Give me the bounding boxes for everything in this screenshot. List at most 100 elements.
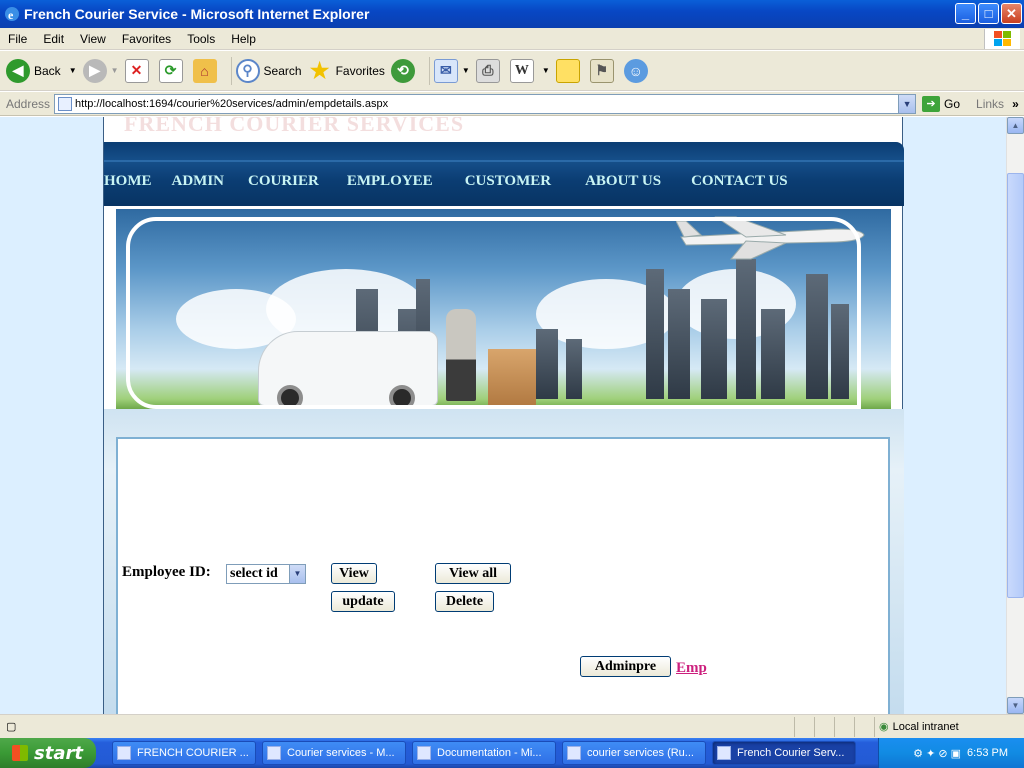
mail-icon: ✉ bbox=[433, 58, 458, 83]
clock: 6:53 PM bbox=[967, 747, 1008, 759]
address-dropdown-icon[interactable]: ▼ bbox=[898, 94, 916, 113]
menu-bar: File Edit View Favorites Tools Help bbox=[0, 28, 1024, 50]
site-navbar: HOME ADMIN COURIER EMPLOYEE CUSTOMER ABO… bbox=[104, 142, 904, 206]
chevron-down-icon: ▼ bbox=[289, 565, 305, 583]
browser-toolbar: ◀ Back ▼ ▶ ▼ ✕ ⟳ ⌂ ⚲ Search ★ Favorites … bbox=[0, 51, 1024, 91]
nav-courier[interactable]: COURIER bbox=[248, 173, 319, 190]
taskbar-item-french-courier-doc[interactable]: FRENCH COURIER ... bbox=[112, 741, 256, 765]
window-title: French Courier Service - Microsoft Inter… bbox=[24, 6, 370, 22]
update-button[interactable]: update bbox=[331, 591, 395, 612]
toolbar-separator bbox=[428, 56, 430, 85]
nav-home[interactable]: HOME bbox=[104, 173, 152, 190]
emp-link[interactable]: Emp bbox=[676, 660, 707, 677]
search-icon: ⚲ bbox=[235, 58, 260, 83]
print-button[interactable]: ⎙ bbox=[475, 58, 504, 83]
address-label: Address bbox=[6, 96, 51, 111]
page-status-icon: ▢ bbox=[6, 721, 17, 733]
back-dropdown-icon[interactable]: ▼ bbox=[69, 66, 77, 75]
back-arrow-icon: ◀ bbox=[6, 58, 30, 83]
scroll-down-icon[interactable]: ▼ bbox=[1007, 697, 1024, 714]
windows-logo-icon bbox=[984, 29, 1020, 49]
star-icon: ★ bbox=[309, 57, 330, 83]
site-page: FRENCH COURIER SERVICES HOME ADMIN COURI… bbox=[103, 117, 904, 714]
taskbar-item-visual-studio[interactable]: courier services (Ru... bbox=[562, 741, 706, 765]
go-arrow-icon: ➔ bbox=[922, 95, 941, 112]
view-button[interactable]: View bbox=[331, 563, 377, 584]
taskbar-item-documentation-doc[interactable]: Documentation - Mi... bbox=[412, 741, 556, 765]
start-button[interactable]: start bbox=[0, 738, 96, 768]
menu-favorites[interactable]: Favorites bbox=[114, 32, 179, 46]
address-bar: Address http://localhost:1694/courier%20… bbox=[0, 92, 1024, 116]
forward-dropdown-icon[interactable]: ▼ bbox=[111, 66, 119, 75]
discuss-button[interactable] bbox=[555, 58, 584, 83]
address-input[interactable]: http://localhost:1694/courier%20services… bbox=[54, 93, 917, 114]
windows-flag-icon bbox=[12, 745, 28, 761]
word-doc-icon bbox=[267, 746, 281, 760]
favorites-button[interactable]: ★ Favorites bbox=[308, 57, 385, 83]
page-icon bbox=[58, 96, 73, 111]
banner-frame bbox=[126, 217, 861, 409]
research-icon: ⚑ bbox=[589, 58, 614, 83]
scroll-thumb[interactable] bbox=[1007, 173, 1024, 598]
chevron-right-icon[interactable]: » bbox=[1012, 97, 1019, 111]
status-bar: ▢ ◉ Local intranet bbox=[0, 714, 1024, 738]
hero-banner-image bbox=[116, 209, 891, 409]
messenger-icon: ☺ bbox=[623, 58, 648, 83]
history-button[interactable]: ⟲ bbox=[390, 58, 419, 83]
note-icon bbox=[555, 58, 580, 83]
system-tray: ⚙ ✦ ⊘ ▣ 6:53 PM bbox=[878, 738, 1024, 768]
menu-edit[interactable]: Edit bbox=[35, 32, 72, 46]
printer-icon: ⎙ bbox=[475, 58, 500, 83]
menu-file[interactable]: File bbox=[0, 32, 35, 46]
taskbar-item-internet-explorer[interactable]: French Courier Serv... bbox=[712, 741, 856, 765]
employee-id-label: Employee ID: bbox=[122, 564, 211, 580]
windows-taskbar: start FRENCH COURIER ... Courier service… bbox=[0, 738, 1024, 768]
ie-icon bbox=[717, 746, 731, 760]
minimize-button[interactable]: _ bbox=[955, 3, 976, 24]
close-button[interactable]: ✕ bbox=[1001, 3, 1022, 24]
nav-employee[interactable]: EMPLOYEE bbox=[347, 173, 433, 190]
svg-text:e: e bbox=[8, 8, 14, 22]
navbar-stripe bbox=[104, 160, 904, 162]
links-toolbar[interactable]: Links bbox=[976, 97, 1004, 111]
nav-about-us[interactable]: ABOUT US bbox=[585, 173, 661, 190]
nav-customer[interactable]: CUSTOMER bbox=[465, 173, 551, 190]
vertical-scrollbar[interactable]: ▲ ▼ bbox=[1006, 117, 1024, 714]
menu-tools[interactable]: Tools bbox=[179, 32, 223, 46]
employee-details-panel: Employee ID: select id ▼ View View all u… bbox=[116, 437, 890, 714]
maximize-button[interactable]: □ bbox=[978, 3, 999, 24]
adminpre-button[interactable]: Adminpre bbox=[580, 656, 671, 677]
mail-button[interactable]: ✉ ▼ bbox=[433, 58, 470, 83]
refresh-button[interactable]: ⟳ bbox=[158, 58, 187, 83]
menu-view[interactable]: View bbox=[72, 32, 114, 46]
ie-logo-icon: e bbox=[5, 7, 19, 22]
local-intranet-icon: ◉ bbox=[879, 721, 889, 733]
history-icon: ⟲ bbox=[390, 58, 415, 83]
stop-button[interactable]: ✕ bbox=[124, 58, 153, 83]
view-all-button[interactable]: View all bbox=[435, 563, 511, 584]
word-doc-icon bbox=[117, 746, 131, 760]
scroll-up-icon[interactable]: ▲ bbox=[1007, 117, 1024, 134]
home-button[interactable]: ⌂ bbox=[192, 58, 221, 83]
taskbar-item-courier-services-doc[interactable]: Courier services - M... bbox=[262, 741, 406, 765]
tray-icons[interactable]: ⚙ ✦ ⊘ ▣ bbox=[913, 747, 961, 760]
visual-studio-icon bbox=[567, 746, 581, 760]
nav-admin[interactable]: ADMIN bbox=[172, 173, 225, 190]
window-titlebar: e French Courier Service - Microsoft Int… bbox=[0, 0, 1024, 28]
research-button[interactable]: ⚑ bbox=[589, 58, 618, 83]
refresh-icon: ⟳ bbox=[158, 58, 183, 83]
go-button[interactable]: ➔ Go bbox=[922, 95, 960, 112]
delete-button[interactable]: Delete bbox=[435, 591, 494, 612]
search-button[interactable]: ⚲ Search bbox=[235, 58, 302, 83]
home-icon: ⌂ bbox=[192, 58, 217, 83]
back-button[interactable]: ◀ Back ▼ bbox=[6, 58, 77, 83]
word-doc-icon bbox=[417, 746, 431, 760]
forward-button[interactable]: ▶ ▼ bbox=[82, 58, 119, 83]
edit-button[interactable]: W ▼ bbox=[509, 58, 550, 83]
menu-help[interactable]: Help bbox=[223, 32, 264, 46]
stop-icon: ✕ bbox=[124, 58, 149, 83]
nav-contact-us[interactable]: CONTACT US bbox=[691, 173, 788, 190]
employee-id-select[interactable]: select id ▼ bbox=[226, 564, 306, 584]
messenger-button[interactable]: ☺ bbox=[623, 58, 652, 83]
toolbar-separator bbox=[230, 56, 232, 85]
